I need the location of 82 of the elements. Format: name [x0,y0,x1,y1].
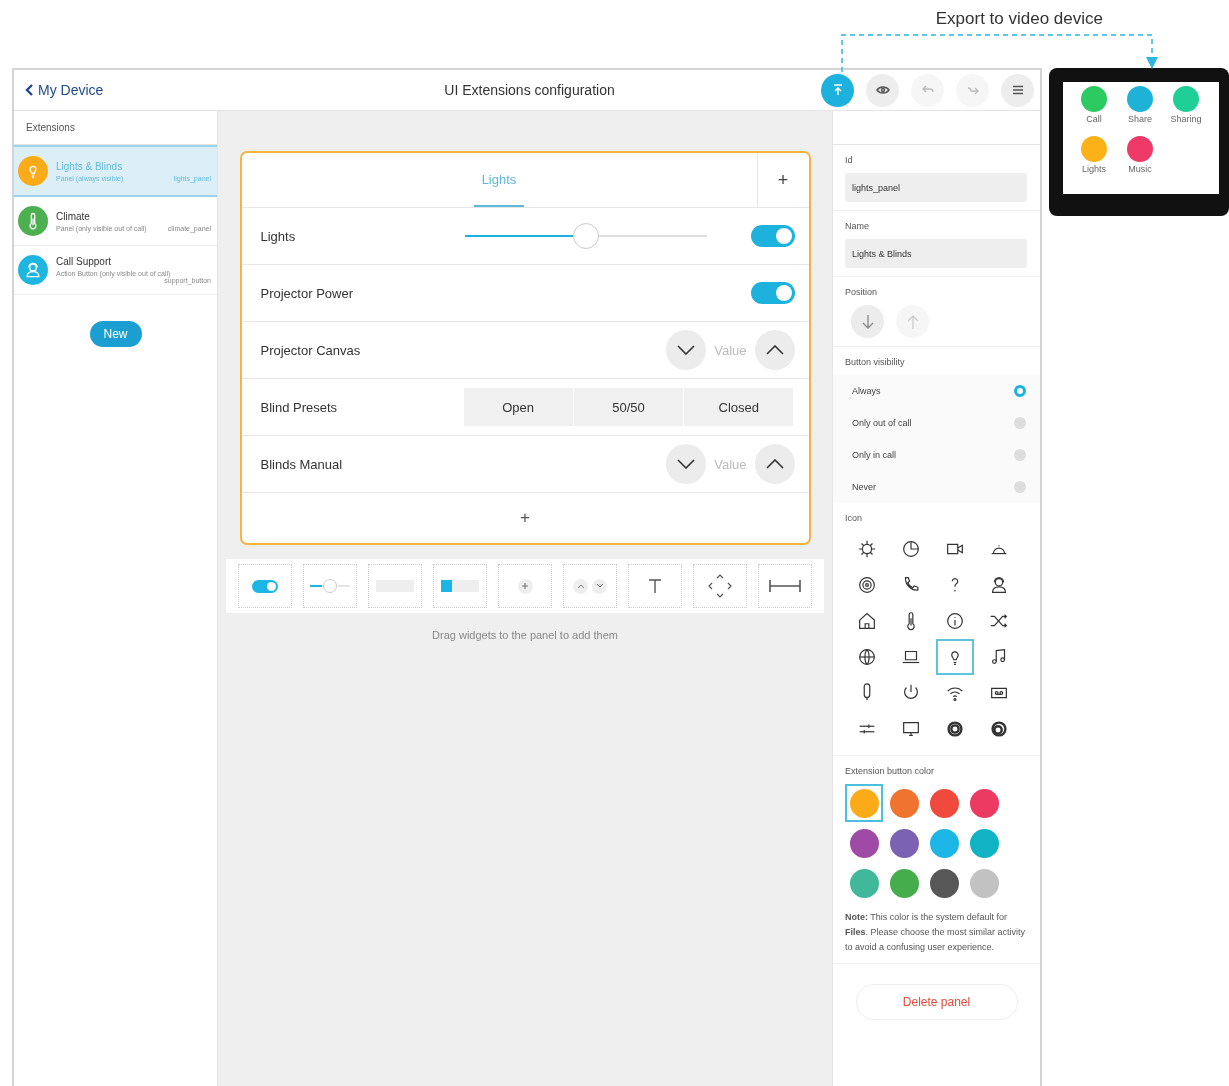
visibility-option[interactable]: Only in call [833,439,1040,471]
back-label: My Device [38,82,104,98]
chevron-up-icon [576,583,585,589]
visibility-option[interactable]: Only out of call [833,407,1040,439]
spinner-value: Value [714,456,747,472]
toggle-switch[interactable] [750,225,795,247]
text-icon [648,578,662,594]
window-title: UI Extensions configuration [443,82,616,98]
toggle-switch[interactable] [750,282,795,304]
chevron-down-icon [677,459,696,469]
id-field[interactable]: lights_panel [845,173,1027,202]
preset-button[interactable]: Open [463,388,574,426]
toggle-widget[interactable] [238,564,292,608]
visibility-option[interactable]: Never [833,471,1040,503]
back-link[interactable]: My Device [14,82,218,98]
chevron-down-icon [595,583,604,589]
button-group-widget[interactable] [433,564,487,608]
decrease-button[interactable] [666,330,707,370]
increase-button[interactable] [754,444,795,484]
app-label: Call [1086,114,1102,124]
widget-label: Blind Presets [260,399,338,415]
arrow-up-icon [905,313,920,330]
option-label: Never [852,482,876,492]
export-button[interactable] [821,73,854,107]
preset-button[interactable]: 50/50 [573,388,685,426]
slider-icon [308,578,352,594]
chevron-up-icon [765,345,784,355]
home-icon [856,610,878,632]
menu-button[interactable] [1001,73,1034,107]
icon-label: Icon [845,513,863,523]
option-label: Only in call [852,450,896,460]
add-row-button[interactable]: + [241,493,809,543]
preview-button[interactable] [866,73,899,107]
target-icon [856,574,878,596]
app-label: Lights [1082,164,1106,174]
color-label: Extension button color [845,766,936,776]
app-label: Share [1128,114,1152,124]
preset-button[interactable]: Closed [684,388,795,426]
plus-icon [521,582,529,590]
globe-icon [856,646,878,668]
pie-chart-icon [900,538,922,560]
name-field[interactable]: Lights & Blinds [845,239,1027,268]
visibility-label: Button visibility [845,357,906,367]
palette-hint: Drag widgets to the panel to add them [432,629,618,641]
annotation-label: Export to video device [935,9,1103,30]
radio-button[interactable] [1014,449,1026,461]
decrease-button[interactable] [666,444,707,484]
spacer-icon [769,579,801,593]
radio-button[interactable] [1014,385,1026,397]
option-label: Only out of call [852,418,912,428]
chevron-left-icon [24,83,34,97]
visibility-option[interactable]: Always [833,375,1040,407]
sun-icon [856,538,878,560]
move-down-button[interactable] [851,305,884,338]
spinner-value: Value [714,342,747,358]
chevron-up-icon [765,459,784,469]
increase-button[interactable] [754,330,795,370]
widget-label: Lights [260,228,296,244]
slider-widget[interactable] [303,564,357,608]
text-widget[interactable] [628,564,682,608]
radio-button[interactable] [1014,481,1026,493]
widget-label: Projector Canvas [260,342,361,358]
name-label: Name [845,221,870,231]
spacer-widget[interactable] [758,564,812,608]
extension-name: Lights & Blinds [56,160,124,172]
id-label: Id [845,155,854,165]
arrow-down-icon [860,313,875,330]
app-label: Music [1128,164,1152,174]
option-label: Always [852,386,881,396]
extension-name: Climate [56,210,91,222]
delete-panel-button[interactable]: Delete panel [855,984,1018,1020]
directional-arrows-icon [707,573,733,599]
color-note: Note: This color is the system default for Files. Please choose the most similar activity to avoid a confusing user experience. [845,911,1027,954]
widget-label: Projector Power [260,285,353,301]
chevron-down-icon [677,345,696,355]
app-label: Sharing [1170,114,1202,124]
info-icon [944,610,966,632]
extension-name: Call Support [56,256,113,267]
widget-label: Blinds Manual [260,456,343,472]
position-label: Position [845,287,879,297]
radio-button[interactable] [1014,417,1026,429]
add-page-button[interactable]: + [756,153,809,207]
